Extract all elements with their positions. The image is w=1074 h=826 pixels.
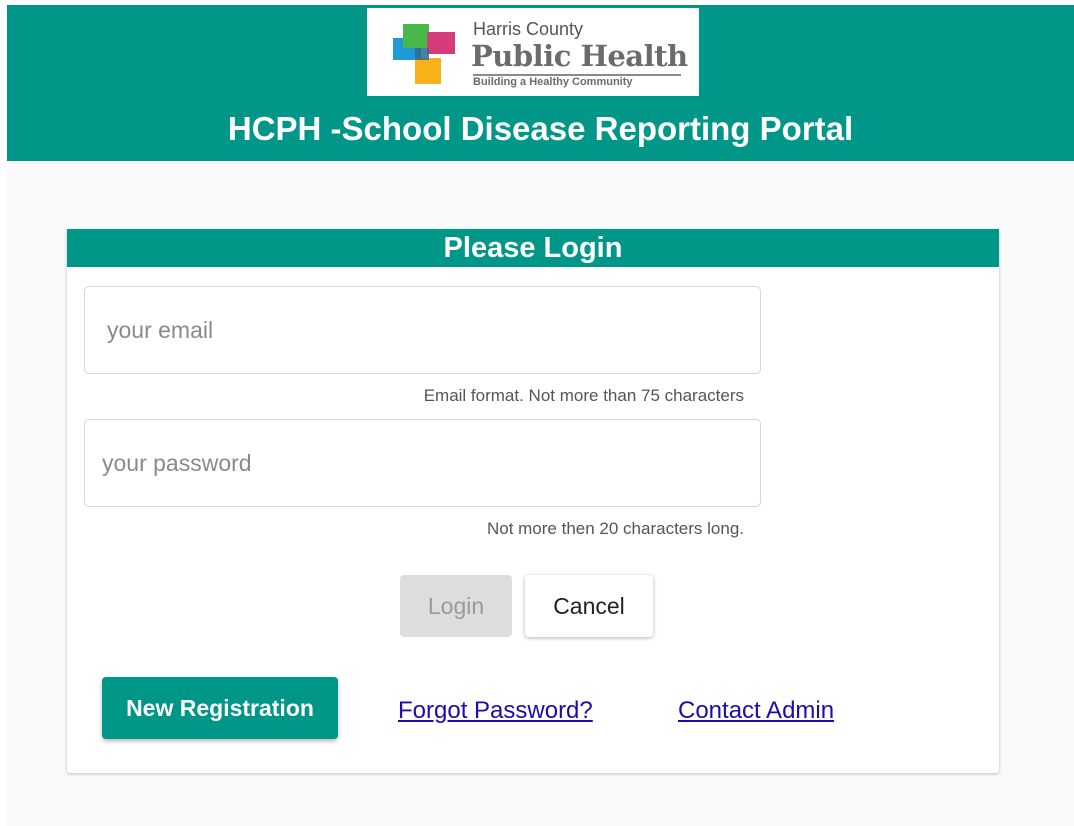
logo-tagline: Building a Healthy Community (473, 76, 633, 88)
cancel-button[interactable]: Cancel (525, 575, 653, 637)
email-hint: Email format. Not more than 75 character… (423, 386, 744, 405)
header-banner: Harris County Public Health Building a H… (7, 5, 1074, 161)
logo-text-county: Harris County (473, 19, 584, 39)
password-field[interactable] (84, 419, 761, 507)
login-card: Please Login Email format. Not more than… (67, 229, 999, 773)
login-heading: Please Login (67, 229, 999, 267)
portal-title: HCPH -School Disease Reporting Portal (227, 110, 854, 147)
logo-text-name: Public Health (471, 39, 688, 73)
forgot-password-link[interactable]: Forgot Password? (398, 697, 593, 725)
password-hint: Not more then 20 characters long. (486, 519, 744, 538)
new-registration-button[interactable]: New Registration (102, 677, 338, 739)
logo: Harris County Public Health Building a H… (367, 8, 699, 96)
login-button[interactable]: Login (400, 575, 512, 637)
logo-mark-icon (393, 24, 455, 84)
page: Harris County Public Health Building a H… (7, 5, 1074, 826)
email-field[interactable] (84, 286, 761, 374)
contact-admin-link[interactable]: Contact Admin (678, 697, 834, 725)
